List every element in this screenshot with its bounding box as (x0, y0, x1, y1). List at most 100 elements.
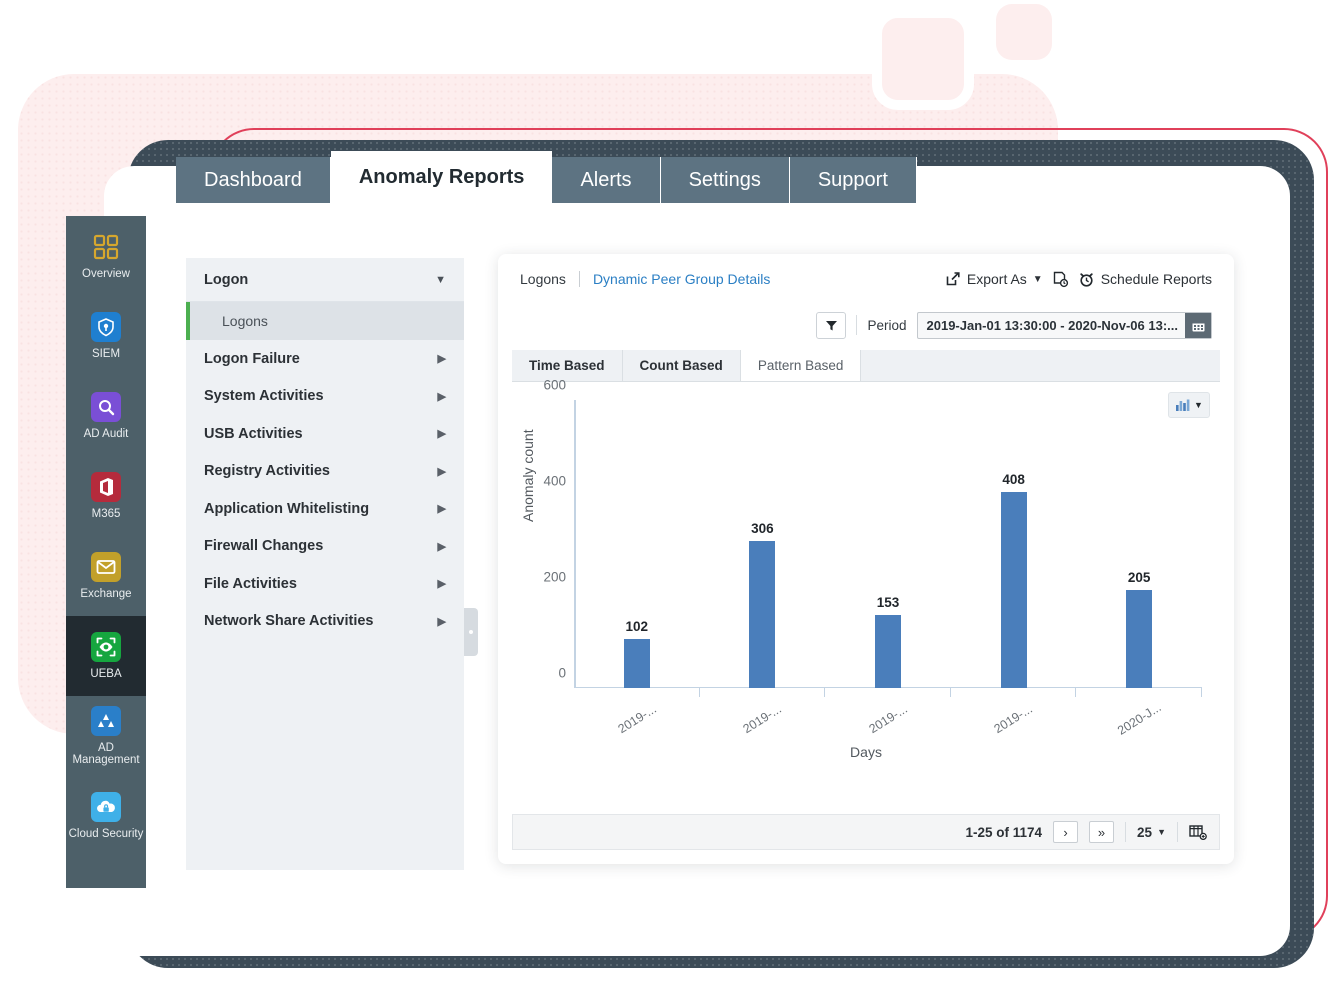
bar-value-label: 153 (876, 594, 900, 610)
tree-item-firewall-changes[interactable]: Firewall Changes ▶ (186, 528, 464, 566)
breadcrumb-divider (578, 271, 580, 287)
grid-icon (91, 232, 121, 262)
rail-item-ad-audit[interactable]: AD Audit (66, 376, 146, 456)
pagination-bar: 1-25 of 1174 › » 25 ▼ (512, 814, 1220, 850)
pagination-range: 1-25 of 1174 (965, 824, 1043, 840)
y-axis-title: Anomaly count (520, 429, 536, 522)
top-tab-anomaly-reports[interactable]: Anomaly Reports (330, 151, 553, 203)
tree-item-logons-label: Logons (222, 313, 268, 329)
tree-item-registry-activities-label: Registry Activities (204, 463, 330, 480)
export-as-button[interactable]: Export As ▼ (945, 271, 1043, 287)
tab-pattern-based[interactable]: Pattern Based (740, 350, 862, 381)
rail-item-ad-management[interactable]: AD Management (66, 696, 146, 776)
screenshot-root: Dashboard Anomaly Reports Alerts Setting… (0, 0, 1334, 999)
card-header-actions: Export As ▼ Schedule Reports (945, 271, 1212, 288)
rail-label-ueba: UEBA (90, 668, 122, 680)
chevron-right-icon: ▶ (437, 540, 446, 553)
bar-cell: 153 (825, 400, 951, 697)
tabs-filler (861, 350, 1220, 381)
period-value: 2019-Jan-01 13:30:00 - 2020-Nov-06 13:..… (926, 317, 1178, 333)
period-field[interactable]: 2019-Jan-01 13:30:00 - 2020-Nov-06 13:..… (916, 311, 1212, 339)
bar-cell: 205 (1076, 400, 1202, 697)
chevron-right-icon: ▶ (437, 353, 446, 366)
tree-item-file-activities[interactable]: File Activities ▶ (186, 565, 464, 603)
scheduled-report-icon[interactable] (1052, 271, 1069, 288)
tree-item-network-share-activities[interactable]: Network Share Activities ▶ (186, 603, 464, 641)
filter-button[interactable] (816, 311, 847, 339)
x-axis-ticks: 2019-... 2019-... 2019-... 2019-... 2020-J..… (574, 700, 1202, 738)
y-tick-label: 0 (558, 665, 566, 681)
tree-item-logon-failure[interactable]: Logon Failure ▶ (186, 340, 464, 378)
product-rail: Overview SIEM AD Audit M365 Exchange UEB… (66, 216, 146, 888)
tree-item-file-activities-label: File Activities (204, 575, 297, 592)
tree-item-logon-failure-label: Logon Failure (204, 350, 300, 367)
top-navigation-tabs: Dashboard Anomaly Reports Alerts Setting… (176, 151, 917, 203)
bar[interactable]: 205 (1126, 570, 1153, 688)
pager-divider (1125, 822, 1127, 842)
top-tab-settings[interactable]: Settings (660, 157, 790, 203)
bar[interactable]: 408 (1000, 472, 1027, 688)
tree-item-system-activities[interactable]: System Activities ▶ (186, 378, 464, 416)
report-tree-panel: Logon ▼ Logons Logon Failure ▶ System Ac… (186, 258, 478, 870)
schedule-reports-label: Schedule Reports (1100, 271, 1212, 287)
filter-bar: Period 2019-Jan-01 13:30:00 - 2020-Nov-0… (498, 304, 1234, 346)
rail-item-siem[interactable]: SIEM (66, 296, 146, 376)
rail-label-m365: M365 (91, 508, 121, 520)
tab-count-based[interactable]: Count Based (622, 350, 741, 381)
column-settings-icon[interactable] (1189, 824, 1207, 840)
rail-item-ueba[interactable]: UEBA (66, 616, 146, 696)
rail-item-exchange[interactable]: Exchange (66, 536, 146, 616)
tree-item-system-activities-label: System Activities (204, 388, 324, 405)
bar-cell: 102 (574, 400, 700, 697)
x-tick-cell: 2019-... (700, 702, 826, 736)
page-size-selector[interactable]: 25 ▼ (1137, 825, 1166, 840)
breadcrumb: Logons Dynamic Peer Group Details (520, 271, 770, 287)
rail-item-cloud-security[interactable]: Cloud Security (66, 776, 146, 856)
chevron-right-icon: ▶ (437, 615, 446, 628)
x-axis-title: Days (850, 744, 882, 760)
tree-item-usb-activities[interactable]: USB Activities ▶ (186, 415, 464, 453)
top-tab-dashboard[interactable]: Dashboard (176, 157, 331, 203)
x-tick-label: 2019-... (615, 701, 659, 737)
anomaly-bar-chart: ▼ Anomaly count 0 200 400 600 102 306 153 408 2… (512, 378, 1220, 774)
tree-group-logon[interactable]: Logon ▼ (186, 258, 464, 302)
bar-value-label: 205 (1127, 569, 1151, 585)
rail-label-overview: Overview (82, 268, 130, 280)
top-tab-support[interactable]: Support (789, 157, 917, 203)
bar[interactable]: 102 (623, 619, 650, 688)
rail-label-siem: SIEM (91, 348, 121, 360)
pager-divider-2 (1177, 822, 1178, 842)
bar-cell: 306 (700, 400, 826, 697)
breadcrumb-link-peer-group[interactable]: Dynamic Peer Group Details (593, 271, 770, 287)
tree-item-logons[interactable]: Logons (186, 302, 464, 340)
y-tick-label: 400 (543, 473, 566, 489)
report-card: Logons Dynamic Peer Group Details Export… (498, 254, 1234, 864)
y-tick-label: 200 (543, 569, 566, 585)
panel-collapse-handle[interactable] (464, 608, 478, 656)
export-as-label: Export As (966, 271, 1027, 287)
tree-item-application-whitelisting-label: Application Whitelisting (204, 500, 370, 517)
alarm-clock-icon (1078, 271, 1095, 288)
calendar-icon[interactable] (1185, 312, 1211, 338)
rail-item-overview[interactable]: Overview (66, 216, 146, 296)
schedule-reports-button[interactable]: Schedule Reports (1078, 271, 1212, 288)
magnifier-icon (91, 392, 121, 422)
tree-item-firewall-changes-label: Firewall Changes (204, 538, 324, 555)
tab-time-based[interactable]: Time Based (512, 350, 623, 381)
bar[interactable]: 153 (874, 595, 901, 688)
rail-label-ad-management: AD Management (72, 742, 140, 766)
bar[interactable]: 306 (749, 521, 776, 688)
tree-item-network-share-activities-label: Network Share Activities (204, 613, 374, 630)
x-tick-cell: 2020-J... (1076, 700, 1202, 738)
next-page-button[interactable]: › (1053, 821, 1079, 843)
shield-icon (91, 312, 121, 342)
rail-item-m365[interactable]: M365 (66, 456, 146, 536)
rail-label-exchange: Exchange (80, 588, 132, 600)
tree-group-logon-label: Logon (204, 271, 249, 288)
office-icon (91, 472, 121, 502)
last-page-button[interactable]: » (1089, 821, 1115, 843)
top-tab-alerts[interactable]: Alerts (552, 157, 661, 203)
cloud-lock-icon (91, 792, 121, 822)
tree-item-application-whitelisting[interactable]: Application Whitelisting ▶ (186, 490, 464, 528)
tree-item-registry-activities[interactable]: Registry Activities ▶ (186, 453, 464, 491)
